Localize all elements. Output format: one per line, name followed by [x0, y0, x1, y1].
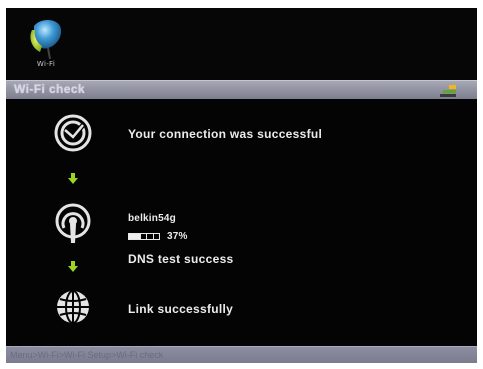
wireless-signal-icon [53, 203, 93, 250]
check-content: Your connection was successful belkin54g… [6, 99, 477, 346]
connection-status-text: Your connection was successful [128, 127, 323, 141]
status-bar: Menu>Wi-Fi>Wi-Fi Setup>Wi-Fi check [6, 346, 477, 363]
page-title: Wi-Fi check [14, 82, 85, 96]
down-arrow-icon [67, 260, 79, 272]
wifi-logo: Wi-Fi [26, 16, 72, 76]
signal-progress-bar [128, 233, 160, 240]
wifi-leaf-logo-icon [30, 20, 62, 60]
logo-label: Wi-Fi [36, 60, 56, 68]
connection-check-icon [53, 113, 93, 158]
dns-status-text: DNS test success [128, 252, 234, 266]
down-arrow-icon [67, 172, 79, 184]
progress-percent: 37% [167, 231, 188, 242]
signal-indicator-icon [439, 84, 457, 98]
progress-segment [152, 234, 159, 239]
globe-icon [54, 288, 92, 331]
breadcrumb: Menu>Wi-Fi>Wi-Fi Setup>Wi-Fi check [10, 350, 164, 360]
network-ssid: belkin54g [128, 213, 176, 224]
progress-fill [129, 234, 141, 239]
link-status-text: Link successfully [128, 302, 234, 316]
top-bar: Wi-Fi [6, 8, 477, 80]
tv-screen: Wi-Fi Wi-Fi check Your connection was su… [6, 8, 477, 363]
title-bar: Wi-Fi check [6, 80, 477, 100]
